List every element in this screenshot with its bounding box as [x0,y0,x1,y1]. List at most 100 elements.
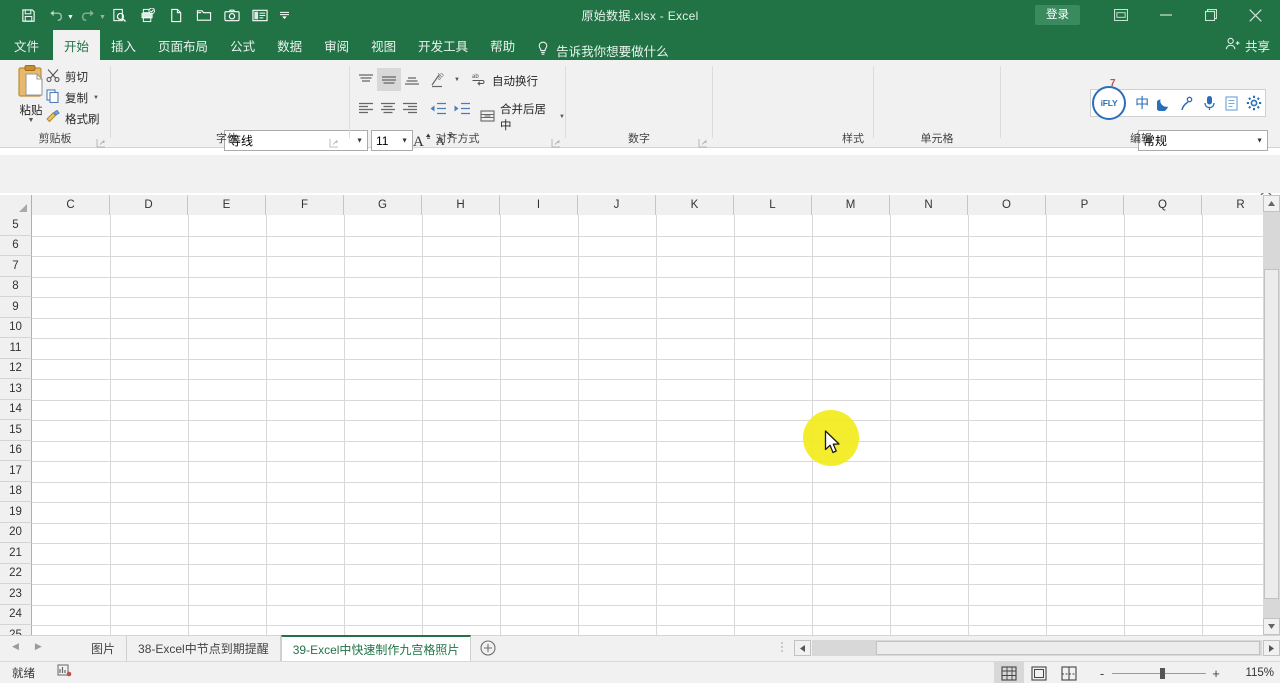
select-all-corner[interactable] [0,195,32,215]
save-icon[interactable] [14,3,42,27]
tab-help[interactable]: 帮助 [479,30,526,60]
restore-icon[interactable] [1188,0,1233,30]
tell-me-search[interactable]: 告诉我你想要做什么 [526,41,669,60]
horizontal-scroll-thumb[interactable] [876,641,1260,655]
sign-in-button[interactable]: 登录 [1035,5,1080,25]
ifly-settings-icon[interactable] [1243,95,1265,111]
row-header-8[interactable]: 8 [0,276,32,297]
row-header-10[interactable]: 10 [0,317,32,338]
vertical-scrollbar[interactable] [1263,195,1280,635]
row-header-12[interactable]: 12 [0,358,32,379]
copy-button[interactable]: 复制 ▼ [46,89,99,106]
clipboard-dialog-launcher[interactable] [96,135,106,148]
align-bottom-icon[interactable] [401,70,423,90]
row-header-19[interactable]: 19 [0,502,32,523]
column-header-C[interactable]: C [32,195,110,215]
add-sheet-icon[interactable] [471,635,505,661]
ifly-chinese-icon[interactable]: 中 [1131,93,1153,113]
redo-dropdown-icon[interactable]: ▼ [99,14,106,21]
tab-review[interactable]: 审阅 [313,30,360,60]
row-header-13[interactable]: 13 [0,379,32,400]
format-painter-button[interactable]: 格式刷 [46,109,100,127]
print-preview-icon[interactable] [106,3,134,27]
alignment-dialog-launcher[interactable] [551,135,561,148]
row-header-6[interactable]: 6 [0,235,32,256]
quick-print-icon[interactable] [134,3,162,27]
row-header-11[interactable]: 11 [0,338,32,359]
column-header-F[interactable]: F [266,195,344,215]
row-header-24[interactable]: 24 [0,604,32,625]
align-center-icon[interactable] [377,98,399,118]
row-header-16[interactable]: 16 [0,440,32,461]
undo-icon[interactable] [42,3,70,27]
merge-center-button[interactable]: 合并后居中 ▼ [480,101,565,133]
align-middle-icon[interactable] [377,68,401,91]
column-header-K[interactable]: K [656,195,734,215]
camera-icon[interactable] [218,3,246,27]
column-header-L[interactable]: L [734,195,812,215]
zoom-slider[interactable]: - + [1092,666,1226,681]
vertical-scroll-track[interactable] [1263,212,1280,618]
tab-file[interactable]: 文件 [0,30,53,60]
column-header-H[interactable]: H [422,195,500,215]
row-header-7[interactable]: 7 [0,256,32,277]
close-icon[interactable] [1233,0,1278,30]
tab-data[interactable]: 数据 [266,30,313,60]
vertical-scroll-thumb[interactable] [1264,269,1279,599]
increase-indent-icon[interactable] [450,98,474,118]
tab-view[interactable]: 视图 [360,30,407,60]
tab-formulas[interactable]: 公式 [219,30,266,60]
scroll-left-icon[interactable] [794,640,811,656]
scroll-up-icon[interactable] [1263,195,1280,212]
column-header-G[interactable]: G [344,195,422,215]
zoom-out-button[interactable]: - [1092,666,1112,681]
sheet-tab-39[interactable]: 39-Excel中快速制作九宫格照片 [280,635,472,661]
copy-dropdown-icon[interactable]: ▼ [93,95,99,101]
column-header-P[interactable]: P [1046,195,1124,215]
align-right-icon[interactable] [399,98,421,118]
column-header-O[interactable]: O [968,195,1046,215]
row-header-23[interactable]: 23 [0,584,32,605]
worksheet-grid[interactable]: CDEFGHIJKLMNOPQR 5 6 7 8 9 10 11 12 13 14 15 16 17 18… [0,195,1280,635]
open-file-icon[interactable] [190,3,218,27]
ifly-moon-icon[interactable] [1153,96,1175,111]
row-header-17[interactable]: 17 [0,461,32,482]
row-header-20[interactable]: 20 [0,522,32,543]
column-header-E[interactable]: E [188,195,266,215]
column-header-N[interactable]: N [890,195,968,215]
horizontal-scrollbar[interactable] [780,637,1280,659]
ifly-mic-icon[interactable] [1198,95,1220,111]
row-header-21[interactable]: 21 [0,543,32,564]
row-header-25[interactable]: 25 [0,625,32,635]
tab-insert[interactable]: 插入 [100,30,147,60]
zoom-track[interactable] [1112,667,1206,679]
scroll-right-icon[interactable] [1263,640,1280,656]
share-button[interactable]: 共享 [1225,30,1270,60]
cut-button[interactable]: 剪切 [46,68,88,85]
record-macro-icon[interactable] [57,663,72,682]
prev-sheet-icon[interactable]: ◀ [12,641,19,652]
normal-view-icon[interactable] [994,662,1024,683]
horizontal-scroll-track[interactable] [812,640,1262,656]
ifly-panel-icon[interactable] [1220,95,1242,111]
text-orientation-icon[interactable]: ab [428,69,450,91]
zoom-in-button[interactable]: + [1206,666,1226,681]
number-dialog-launcher[interactable] [698,135,708,148]
column-header-M[interactable]: M [812,195,890,215]
minimize-icon[interactable] [1143,0,1188,30]
scroll-down-icon[interactable] [1263,618,1280,635]
column-header-D[interactable]: D [110,195,188,215]
page-break-view-icon[interactable] [1054,662,1084,683]
redo-icon[interactable] [74,3,102,27]
row-header-5[interactable]: 5 [0,215,32,236]
row-header-18[interactable]: 18 [0,481,32,502]
customize-qat-icon[interactable] [274,3,296,27]
column-header-I[interactable]: I [500,195,578,215]
font-dialog-launcher[interactable] [329,135,339,148]
column-header-Q[interactable]: Q [1124,195,1202,215]
ifly-logo[interactable]: iFLY [1092,86,1126,120]
row-header-9[interactable]: 9 [0,297,32,318]
ifly-sound-icon[interactable] [1176,96,1198,111]
next-sheet-icon[interactable]: ▶ [35,641,42,652]
wrap-text-button[interactable]: ab 自动换行 [472,72,538,89]
